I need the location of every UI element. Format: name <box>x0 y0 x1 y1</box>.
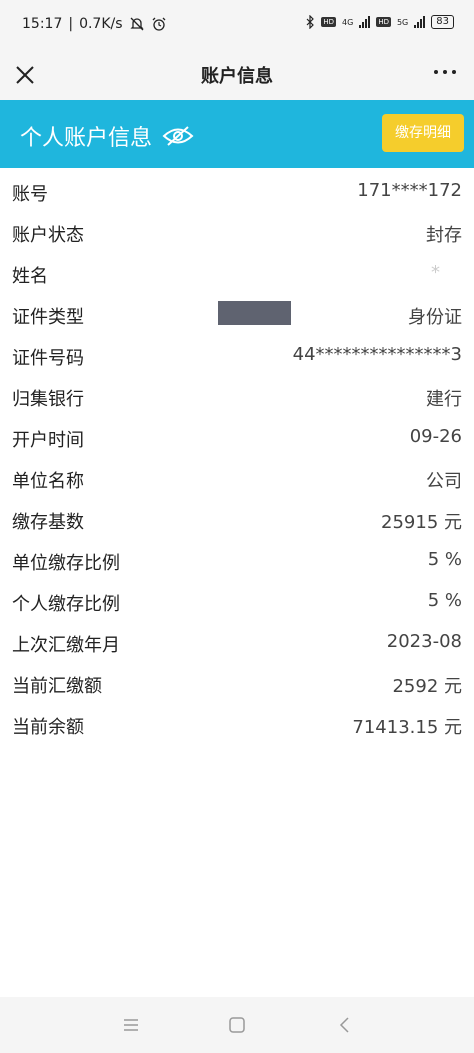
info-value: 2592 元 <box>392 676 462 697</box>
info-value: 5 % <box>427 549 462 570</box>
net-label-2: 5G <box>396 17 409 27</box>
info-label: 单位缴存比例 <box>12 553 120 574</box>
info-label: 姓名 <box>12 266 48 287</box>
system-nav-bar <box>0 997 474 1053</box>
redaction-block <box>218 301 291 325</box>
info-value: 公司 <box>426 471 462 492</box>
home-icon[interactable] <box>227 1015 247 1035</box>
menu-icon[interactable] <box>121 1015 141 1035</box>
info-label: 缴存基数 <box>12 512 84 533</box>
hd-badge-1: HD <box>321 17 337 27</box>
status-left: 15:17 | 0.7K/s <box>22 16 167 32</box>
info-value: * <box>431 262 440 283</box>
info-value: 身份证 <box>408 307 462 328</box>
info-label: 当前汇缴额 <box>12 676 102 697</box>
info-label: 证件号码 <box>12 348 84 369</box>
info-row-last-month: 上次汇缴年月 2023-08 <box>0 622 474 663</box>
info-row-open-date: 开户时间 09-26 <box>0 417 474 458</box>
deposit-detail-button[interactable]: 缴存明细 <box>382 114 464 152</box>
alarm-icon <box>152 17 166 31</box>
info-label: 证件类型 <box>12 307 84 328</box>
info-value: 44***************3 <box>292 344 462 365</box>
signal-icon-1 <box>359 16 371 28</box>
bluetooth-icon <box>306 15 315 29</box>
mute-bell-icon <box>129 17 144 31</box>
more-menu-icon[interactable] <box>434 70 456 74</box>
info-value: 71413.15 元 <box>352 717 462 738</box>
info-value: 2023-08 <box>386 631 462 652</box>
info-row-status: 账户状态 封存 <box>0 212 474 253</box>
info-row-base: 缴存基数 25915 元 <box>0 499 474 540</box>
info-label: 账号 <box>12 184 48 205</box>
info-label: 单位名称 <box>12 471 84 492</box>
info-list: 账号 171****172 账户状态 封存 姓名 * 证件类型 身份证 证件号码… <box>0 171 474 745</box>
page-title: 账户信息 <box>201 66 273 87</box>
info-row-personal-ratio: 个人缴存比例 5 % <box>0 581 474 622</box>
info-label: 开户时间 <box>12 430 84 451</box>
info-row-employer-ratio: 单位缴存比例 5 % <box>0 540 474 581</box>
status-separator: | <box>68 16 74 32</box>
status-time: 15:17 <box>22 16 63 32</box>
info-value: 建行 <box>426 389 462 410</box>
info-value: 封存 <box>426 225 462 246</box>
eye-hidden-icon[interactable] <box>162 125 194 147</box>
info-value: 5 % <box>427 590 462 611</box>
back-icon[interactable] <box>335 1015 355 1035</box>
info-label: 上次汇缴年月 <box>12 635 120 656</box>
info-row-balance: 当前余额 71413.15 元 <box>0 704 474 745</box>
nav-bar: 账户信息 <box>0 50 474 100</box>
info-value: 25915 元 <box>381 512 462 533</box>
hd-badge-2: HD <box>376 17 391 27</box>
info-label: 个人缴存比例 <box>12 594 120 615</box>
info-label: 归集银行 <box>12 389 84 410</box>
info-value: 171****172 <box>357 180 462 201</box>
battery-icon: 83 <box>431 15 454 29</box>
account-banner: 个人账户信息 缴存明细 <box>0 100 474 168</box>
info-row-name: 姓名 * <box>0 253 474 294</box>
status-bar: 15:17 | 0.7K/s HD 4G HD 5G 83 <box>0 0 474 50</box>
info-row-employer: 单位名称 公司 <box>0 458 474 499</box>
banner-title: 个人账户信息 <box>20 126 153 151</box>
info-value: 09-26 <box>409 426 462 447</box>
status-right: HD 4G HD 5G 83 <box>305 15 454 29</box>
status-speed: 0.7K/s <box>79 16 123 32</box>
info-row-bank: 归集银行 建行 <box>0 376 474 417</box>
signal-icon-2 <box>414 16 426 28</box>
net-label-1: 4G <box>342 17 354 27</box>
info-label: 当前余额 <box>12 717 84 738</box>
info-row-current-amount: 当前汇缴额 2592 元 <box>0 663 474 704</box>
info-label: 账户状态 <box>12 225 84 246</box>
info-row-id-number: 证件号码 44***************3 <box>0 335 474 376</box>
info-row-account: 账号 171****172 <box>0 171 474 212</box>
banner-title-group: 个人账户信息 <box>20 120 194 152</box>
